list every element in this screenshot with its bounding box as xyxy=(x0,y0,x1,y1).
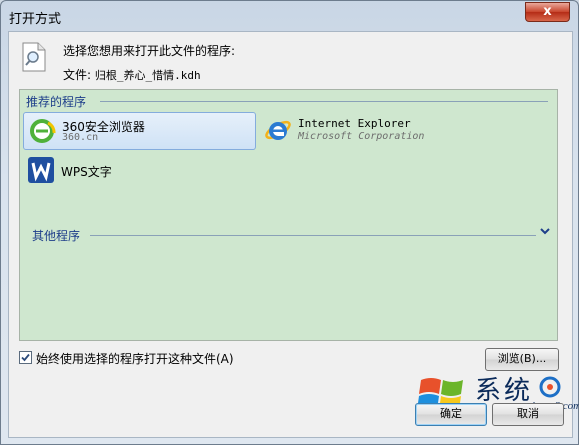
file-line: 文件: 归根_养心_惜情.kdh xyxy=(63,66,201,83)
program-item-wps[interactable]: WPS文字 xyxy=(23,152,143,188)
internet-explorer-icon xyxy=(265,120,291,140)
document-search-icon xyxy=(22,42,46,72)
program-publisher: Microsoft Corporation xyxy=(298,131,425,142)
360-browser-icon xyxy=(30,119,56,143)
dialog-client-area: 选择您想用来打开此文件的程序: 文件: 归根_养心_惜情.kdh 推荐的程序 3… xyxy=(8,31,579,438)
window-title: 打开方式 xyxy=(9,12,62,27)
recommended-group-label: 推荐的程序 xyxy=(26,95,87,109)
prompt-text: 选择您想用来打开此文件的程序: xyxy=(63,44,236,58)
program-item-360[interactable]: 360安全浏览器 360.cn xyxy=(23,112,256,150)
open-with-dialog: 打开方式 x 选择您想用来打开此文件的程序: 文件: 归根_养心_惜情.kdh … xyxy=(0,0,579,445)
title-bar[interactable]: 打开方式 x xyxy=(1,1,578,31)
ok-button[interactable]: 确定 xyxy=(415,403,487,426)
file-name: 归根_养心_惜情.kdh xyxy=(94,69,201,82)
group-divider xyxy=(100,101,548,102)
program-list-panel: 推荐的程序 360安全浏览器 360.cn Internet Explorer … xyxy=(19,89,558,341)
close-icon: x xyxy=(543,4,552,19)
cancel-button[interactable]: 取消 xyxy=(492,403,564,426)
watermark-swirl-icon xyxy=(539,376,561,398)
browse-button[interactable]: 浏览(B)... xyxy=(485,348,559,371)
program-name: Internet Explorer xyxy=(298,117,411,130)
other-programs-label[interactable]: 其他程序 xyxy=(32,227,80,244)
chevron-down-icon[interactable] xyxy=(539,226,551,236)
checkmark-icon xyxy=(21,353,30,362)
program-publisher: 360.cn xyxy=(62,132,99,143)
always-use-checkbox[interactable] xyxy=(19,351,32,364)
group-divider xyxy=(90,235,536,236)
wps-writer-icon xyxy=(28,157,54,183)
program-name: WPS文字 xyxy=(61,165,112,179)
always-use-label: 始终使用选择的程序打开这种文件(A) xyxy=(36,352,234,366)
program-item-ie[interactable]: Internet Explorer Microsoft Corporation xyxy=(260,112,440,148)
close-button[interactable]: x xyxy=(525,2,570,22)
file-label: 文件: xyxy=(63,68,92,82)
